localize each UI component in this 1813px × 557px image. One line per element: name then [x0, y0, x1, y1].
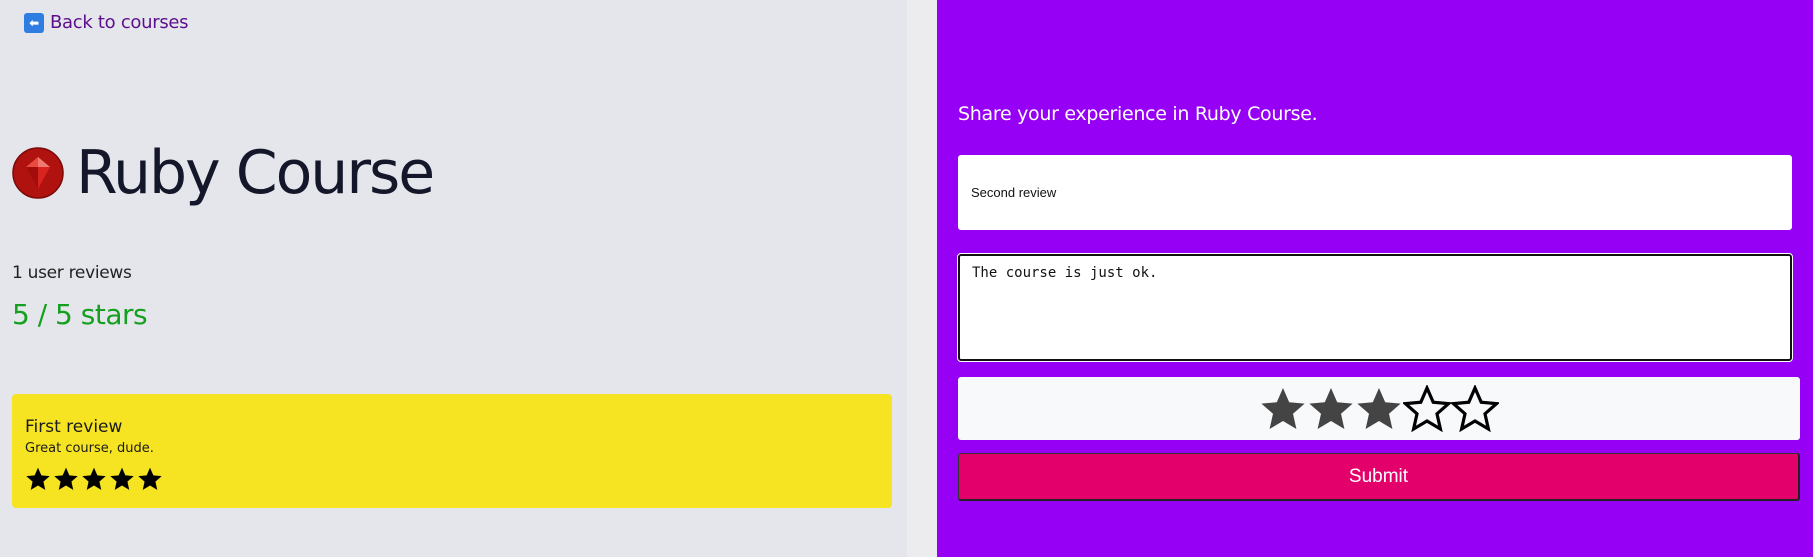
back-to-courses-link[interactable]: ⬅ Back to courses	[24, 12, 189, 33]
star-filled-icon	[54, 467, 78, 490]
ruby-gem-icon	[12, 147, 64, 199]
course-panel: ⬅ Back to courses Ruby Course 1 user rev…	[0, 0, 907, 557]
review-form-panel: Share your experience in Ruby Course. Th…	[937, 0, 1813, 557]
rating-star-filled[interactable]	[1259, 385, 1307, 433]
rating-star-empty[interactable]	[1451, 384, 1499, 433]
star-filled-icon	[26, 467, 50, 490]
submit-button[interactable]: Submit	[958, 453, 1800, 501]
review-count: 1 user reviews	[12, 263, 132, 283]
star-filled-icon	[138, 467, 162, 490]
star-rating-selector	[958, 377, 1800, 440]
review-title: First review	[25, 417, 123, 437]
review-stars	[25, 466, 163, 492]
back-arrow-icon: ⬅	[24, 12, 44, 33]
review-card: First review Great course, dude.	[12, 394, 892, 508]
rating-star-filled[interactable]	[1355, 385, 1403, 433]
rating-star-filled[interactable]	[1307, 385, 1355, 433]
review-title-input[interactable]	[958, 155, 1792, 230]
star-filled-icon	[110, 467, 134, 490]
review-body-textarea[interactable]: The course is just ok.	[957, 253, 1793, 362]
star-filled-icon	[82, 467, 106, 490]
form-prompt: Share your experience in Ruby Course.	[958, 103, 1318, 125]
course-title: Ruby Course	[76, 138, 435, 208]
review-body: Great course, dude.	[25, 441, 154, 456]
panel-divider	[907, 0, 937, 557]
rating-star-empty[interactable]	[1403, 384, 1451, 433]
back-link-label: Back to courses	[50, 12, 189, 33]
average-rating: 5 / 5 stars	[12, 298, 148, 331]
course-header: Ruby Course	[12, 138, 435, 208]
